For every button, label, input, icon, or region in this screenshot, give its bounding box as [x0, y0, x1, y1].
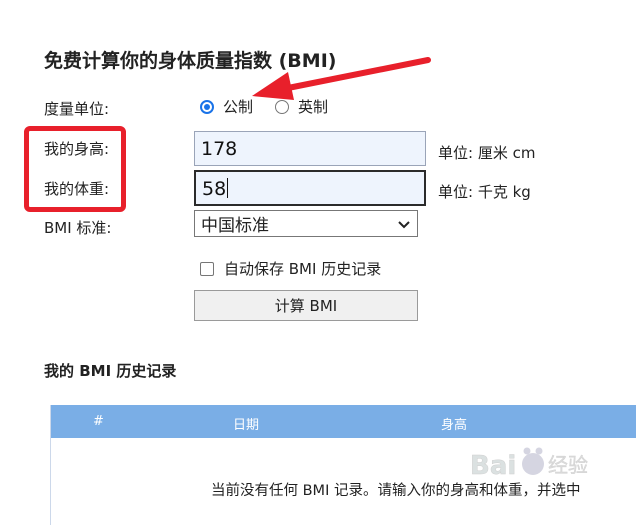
autosave-checkbox[interactable]	[200, 261, 214, 276]
calculate-button[interactable]: 计算 BMI	[194, 290, 418, 321]
svg-text:经验: 经验	[548, 453, 588, 477]
standard-select-value: 中国标准	[201, 216, 269, 236]
annotation-highlight-box	[24, 126, 126, 212]
weight-input[interactable]: 58	[194, 170, 426, 206]
unit-label: 度量单位:	[44, 100, 110, 118]
autosave-label[interactable]: 自动保存 BMI 历史记录	[224, 258, 381, 279]
weight-input-value: 58	[202, 178, 227, 200]
standard-select[interactable]: 中国标准	[194, 210, 418, 237]
column-header-date[interactable]: 日期	[233, 414, 259, 433]
chevron-down-icon	[398, 220, 410, 228]
svg-text:Bai: Bai	[470, 451, 516, 481]
baidu-watermark-logo: Bai 经验	[470, 440, 610, 494]
table-header: # 日期 身高	[51, 405, 636, 438]
height-input-value: 178	[201, 138, 238, 160]
text-caret	[227, 178, 229, 198]
height-unit: 单位: 厘米 cm	[438, 144, 536, 162]
history-title: 我的 BMI 历史记录	[44, 362, 177, 380]
radio-metric[interactable]	[200, 99, 214, 114]
column-header-height[interactable]: 身高	[441, 414, 467, 433]
column-header-index[interactable]: #	[93, 414, 104, 429]
annotation-arrow-icon	[252, 57, 431, 100]
autosave-row: 自动保存 BMI 历史记录	[200, 258, 381, 279]
standard-label: BMI 标准:	[44, 219, 112, 237]
weight-unit: 单位: 千克 kg	[438, 183, 531, 201]
height-input[interactable]: 178	[194, 131, 426, 166]
